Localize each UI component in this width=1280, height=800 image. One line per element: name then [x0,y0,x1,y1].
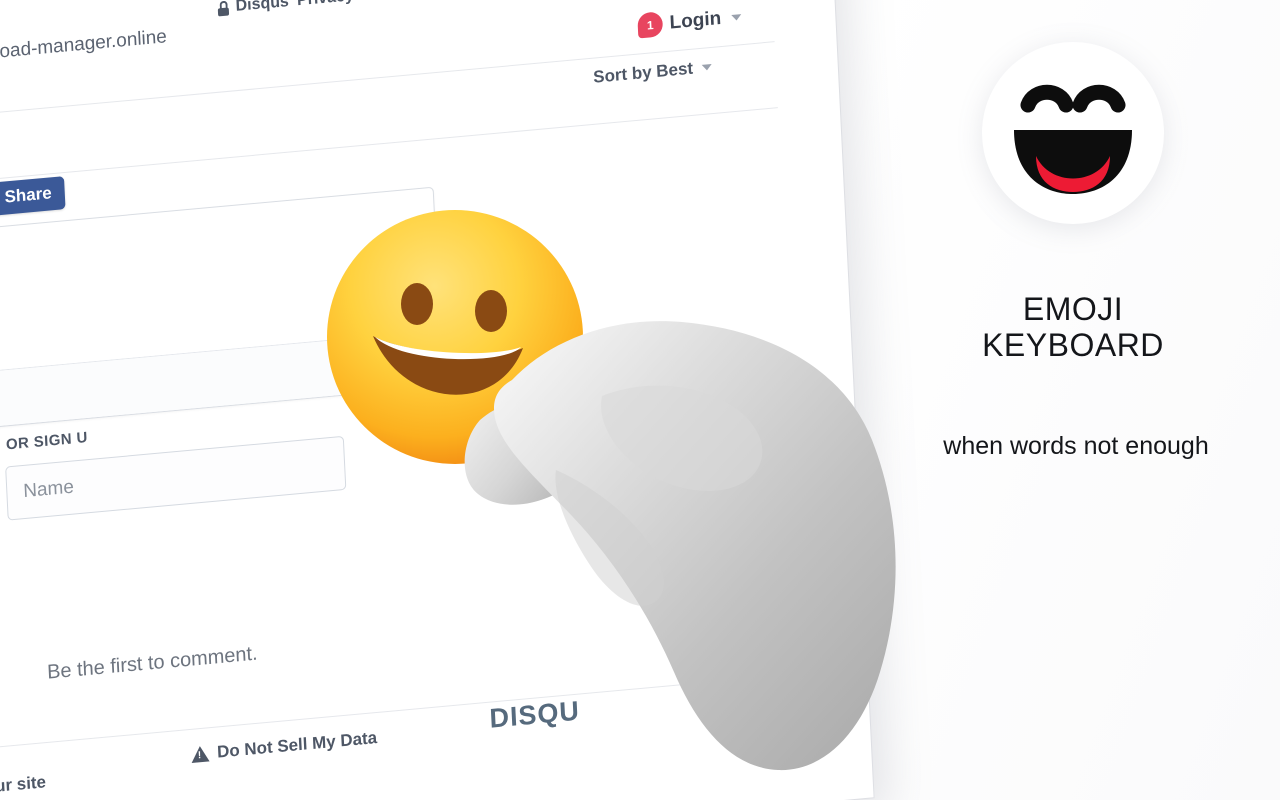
promo-title-line1: EMOJI [1022,291,1124,327]
sort-by-dropdown[interactable]: Sort by Best [593,57,713,88]
do-not-sell-link[interactable]: Do Not Sell My Data [190,728,378,765]
laughing-face-logo [982,42,1164,224]
warning-triangle-icon [190,745,210,763]
lock-icon [216,0,230,16]
promo-subtitle: when words not enough [943,432,1209,460]
hand-holding-emoji [452,300,972,800]
chevron-down-icon [730,13,742,21]
add-disqus-label: t Disqus to your site [0,772,47,800]
login-label: Login [669,7,722,34]
privacy-policy-link[interactable]: Disqus' Privacy Policy [216,0,405,18]
or-sign-up-label: OR SIGN U [5,429,89,454]
promo-title: EMOJI KEYBOARD [912,291,1234,364]
promo-title-line2: KEYBOARD [982,326,1164,363]
share-button-label: Share [4,183,53,207]
sort-by-label: Sort by Best [592,58,694,87]
share-button[interactable]: f Share [0,176,66,217]
privacy-policy-label: Disqus' Privacy Policy [235,0,405,16]
login-menu[interactable]: 1 Login [637,4,742,39]
add-disqus-link[interactable]: t Disqus to your site [0,772,46,800]
empty-state-message: Be the first to comment. [46,642,259,684]
promo-banner: mments https://download-manager.online D… [0,0,1280,800]
login-notification-badge: 1 [637,11,664,39]
chevron-down-icon [701,63,713,71]
do-not-sell-label: Do Not Sell My Data [216,728,378,762]
site-url-label[interactable]: https://download-manager.online [0,26,167,73]
